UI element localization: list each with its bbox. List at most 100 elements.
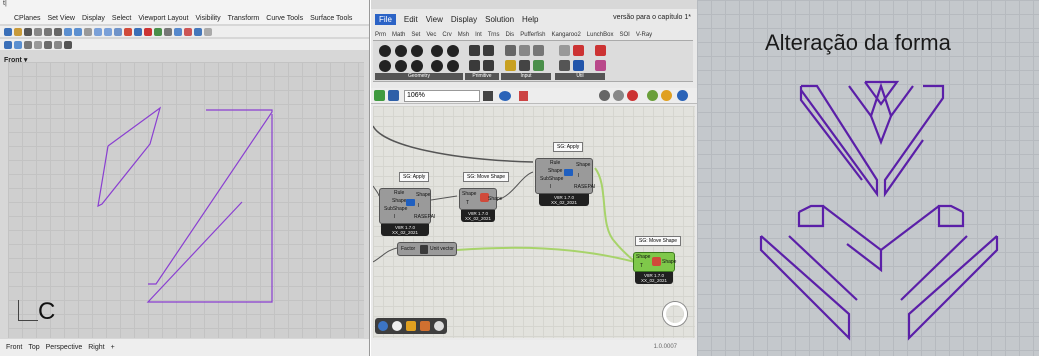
lock-icon[interactable] bbox=[64, 40, 72, 49]
point-icon[interactable] bbox=[379, 45, 391, 57]
snap-icon[interactable] bbox=[14, 40, 22, 49]
planar-icon[interactable] bbox=[34, 40, 42, 49]
tab-dis[interactable]: Dis bbox=[506, 32, 515, 38]
list-icon[interactable] bbox=[533, 60, 544, 71]
material-icon[interactable] bbox=[194, 27, 202, 36]
menu-help[interactable]: Help bbox=[522, 15, 538, 24]
tab-vec[interactable]: Vec bbox=[426, 32, 436, 38]
tab-top[interactable]: Top bbox=[28, 344, 39, 351]
compass-icon[interactable] bbox=[406, 321, 416, 331]
boolean-icon[interactable] bbox=[469, 45, 480, 56]
vector-icon[interactable] bbox=[447, 60, 459, 72]
tab-right[interactable]: Right bbox=[88, 344, 104, 351]
render-preview-icon[interactable] bbox=[661, 90, 672, 101]
markov-icon[interactable] bbox=[378, 321, 388, 331]
menu-display[interactable]: Display bbox=[82, 15, 105, 22]
rotate-view-icon[interactable] bbox=[124, 27, 132, 36]
galapagos-icon[interactable] bbox=[595, 45, 606, 56]
undo-icon[interactable] bbox=[64, 27, 72, 36]
options-icon[interactable] bbox=[204, 27, 212, 36]
tab-vray[interactable]: V-Ray bbox=[636, 32, 652, 38]
cut-icon[interactable] bbox=[34, 27, 42, 36]
apply-component-2[interactable]: Rule Shape SubShape I Shape I RASEPAI bbox=[535, 158, 595, 194]
preview-shaded-icon[interactable] bbox=[627, 90, 638, 101]
viewport-icon[interactable] bbox=[4, 40, 12, 49]
profiler-icon[interactable] bbox=[392, 321, 402, 331]
layer-icon[interactable] bbox=[154, 27, 162, 36]
cluster-icon[interactable] bbox=[573, 45, 584, 56]
move-shape-component-1[interactable]: Shape T Shape bbox=[459, 188, 502, 210]
open-icon[interactable] bbox=[14, 27, 22, 36]
apply-component-1[interactable]: Rule Shape SubShape I Shape I RASEPAI bbox=[379, 188, 435, 224]
menu-visibility[interactable]: Visibility bbox=[195, 15, 220, 22]
navigation-widget-icon[interactable] bbox=[663, 302, 687, 326]
preview-off-icon[interactable] bbox=[599, 90, 610, 101]
tab-crv[interactable]: Crv bbox=[442, 32, 451, 38]
menu-file[interactable]: File bbox=[375, 13, 396, 25]
tab-trns[interactable]: Trns bbox=[488, 32, 500, 38]
tab-math[interactable]: Math bbox=[392, 32, 405, 38]
toggle-icon[interactable] bbox=[519, 45, 530, 56]
menu-transform[interactable]: Transform bbox=[228, 15, 260, 22]
pan-icon[interactable] bbox=[84, 27, 92, 36]
menu-viewport-layout[interactable]: Viewport Layout bbox=[138, 15, 188, 22]
gh-canvas[interactable]: SG: Apply Rule Shape SubShape I Shape I … bbox=[373, 106, 695, 338]
tab-soi[interactable]: SOI bbox=[619, 32, 629, 38]
tab-perspective[interactable]: Perspective bbox=[46, 344, 83, 351]
tab-msh[interactable]: Msh bbox=[458, 32, 469, 38]
tab-pufferfish[interactable]: Pufferfish bbox=[520, 32, 545, 38]
select-icon[interactable] bbox=[144, 27, 152, 36]
tab-front[interactable]: Front bbox=[6, 344, 22, 351]
unit-vector-component[interactable]: Factor Unit vector bbox=[397, 242, 457, 256]
menu-curve-tools[interactable]: Curve Tools bbox=[266, 15, 303, 22]
tab-prm[interactable]: Prm bbox=[375, 32, 386, 38]
zoom-icon[interactable] bbox=[94, 27, 102, 36]
menu-select[interactable]: Select bbox=[112, 15, 131, 22]
align-icon[interactable] bbox=[420, 321, 430, 331]
paste-icon[interactable] bbox=[54, 27, 62, 36]
sketch-icon[interactable] bbox=[519, 91, 528, 101]
gradient-icon[interactable] bbox=[519, 60, 530, 71]
zoom-extents-icon[interactable] bbox=[114, 27, 122, 36]
move-shape-component-2[interactable]: Shape T Shape bbox=[633, 252, 676, 272]
light-icon[interactable] bbox=[184, 27, 192, 36]
tab-int[interactable]: Int bbox=[475, 32, 482, 38]
relay-icon[interactable] bbox=[559, 45, 570, 56]
render-icon[interactable] bbox=[174, 27, 182, 36]
display-options-icon[interactable] bbox=[677, 90, 688, 101]
new-icon[interactable] bbox=[4, 27, 12, 36]
zoom-extents-icon[interactable] bbox=[483, 91, 493, 101]
geometry-icon[interactable] bbox=[431, 45, 443, 57]
menu-display[interactable]: Display bbox=[451, 15, 477, 24]
gumball-icon[interactable] bbox=[54, 40, 62, 49]
timer-icon[interactable] bbox=[595, 60, 606, 71]
add-tab-button[interactable]: + bbox=[111, 344, 115, 351]
button-icon[interactable] bbox=[505, 60, 516, 71]
preview-wire-icon[interactable] bbox=[613, 90, 624, 101]
menu-view[interactable]: View bbox=[426, 15, 443, 24]
properties-icon[interactable] bbox=[164, 27, 172, 36]
zoom-window-icon[interactable] bbox=[104, 27, 112, 36]
mesh-icon[interactable] bbox=[411, 60, 423, 72]
tab-lunchbox[interactable]: LunchBox bbox=[587, 32, 614, 38]
scribble-icon[interactable] bbox=[559, 60, 570, 71]
preview-selected-icon[interactable] bbox=[647, 90, 658, 101]
save-icon[interactable] bbox=[24, 27, 32, 36]
slider-icon[interactable] bbox=[505, 45, 516, 56]
open-file-icon[interactable] bbox=[374, 90, 385, 101]
history-icon[interactable] bbox=[44, 40, 52, 49]
plane-icon[interactable] bbox=[431, 60, 443, 72]
text-icon[interactable] bbox=[483, 60, 494, 71]
surface-icon[interactable] bbox=[395, 60, 407, 72]
rhino-viewport[interactable] bbox=[8, 62, 364, 338]
panel-icon[interactable] bbox=[533, 45, 544, 56]
grid-icon[interactable] bbox=[134, 27, 142, 36]
group-icon[interactable] bbox=[447, 45, 459, 57]
redo-icon[interactable] bbox=[74, 27, 82, 36]
tab-kangaroo2[interactable]: Kangaroo2 bbox=[551, 32, 580, 38]
dial-icon[interactable] bbox=[434, 321, 444, 331]
menu-edit[interactable]: Edit bbox=[404, 15, 418, 24]
menu-solution[interactable]: Solution bbox=[485, 15, 514, 24]
menu-set-view[interactable]: Set View bbox=[47, 15, 75, 22]
jump-icon[interactable] bbox=[573, 60, 584, 71]
